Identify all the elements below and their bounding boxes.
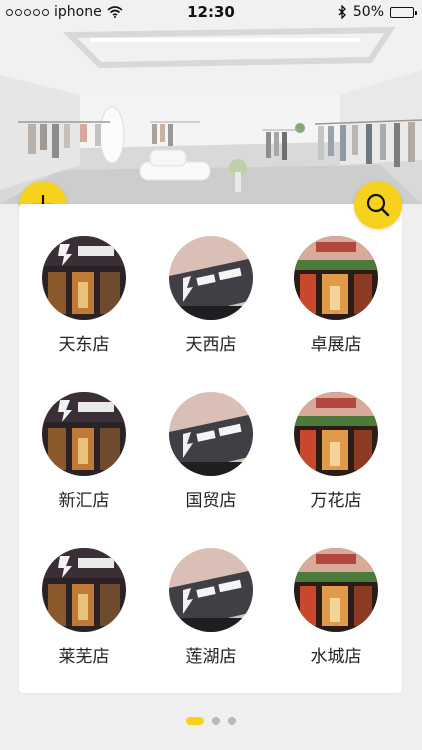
store-item[interactable]: 天西店 — [156, 236, 266, 355]
store-thumbnail — [42, 392, 126, 476]
status-bar: iphone 12:30 50% — [0, 0, 422, 24]
store-name: 卓展店 — [310, 335, 362, 355]
store-item[interactable]: 万花店 — [281, 392, 391, 511]
store-thumbnail — [169, 236, 253, 320]
store-name: 水城店 — [310, 647, 362, 667]
battery-icon — [390, 6, 417, 18]
store-thumbnail — [294, 548, 378, 632]
store-thumbnail — [294, 236, 378, 320]
store-thumbnail — [42, 548, 126, 632]
store-item[interactable]: 卓展店 — [281, 236, 391, 355]
store-name: 天西店 — [185, 335, 237, 355]
store-thumbnail — [42, 236, 126, 320]
store-item[interactable]: 莱芜店 — [29, 548, 139, 667]
store-item[interactable]: 天东店 — [29, 236, 139, 355]
store-name: 莱芜店 — [58, 647, 110, 667]
store-name: 莲湖店 — [185, 647, 237, 667]
page-indicator[interactable] — [0, 717, 422, 725]
store-thumbnail — [294, 392, 378, 476]
store-thumbnail — [169, 548, 253, 632]
store-item[interactable]: 新汇店 — [29, 392, 139, 511]
store-thumbnail — [169, 392, 253, 476]
showroom-banner — [0, 0, 422, 204]
search-button[interactable] — [354, 181, 402, 229]
store-item[interactable]: 水城店 — [281, 548, 391, 667]
store-grid-card: 天东店 天西店 卓展店新汇店 国贸店 万花店莱芜店 莲湖店 水城店 — [19, 204, 402, 693]
battery-percent: 50% — [352, 4, 384, 20]
store-name: 国贸店 — [185, 491, 237, 511]
store-list-screen: iphone 12:30 50% 天东店 天西店 卓展店新汇店 国贸店 万花店莱芜店 莲湖… — [0, 0, 422, 750]
page-dot[interactable] — [186, 717, 204, 725]
status-right: 50% — [338, 4, 417, 20]
store-item[interactable]: 国贸店 — [156, 392, 266, 511]
page-dot[interactable] — [212, 717, 220, 725]
search-icon — [366, 193, 390, 217]
bluetooth-icon — [338, 5, 346, 19]
page-dot[interactable] — [228, 717, 236, 725]
store-name: 天东店 — [58, 335, 110, 355]
store-name: 万花店 — [310, 491, 362, 511]
store-item[interactable]: 莲湖店 — [156, 548, 266, 667]
store-name: 新汇店 — [58, 491, 110, 511]
